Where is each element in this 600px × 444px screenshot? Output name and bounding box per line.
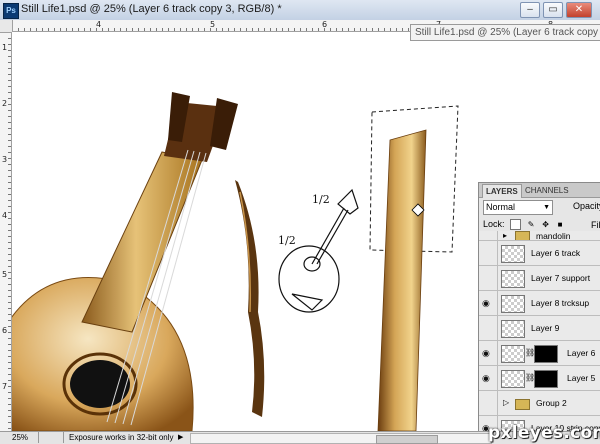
expand-arrow-icon[interactable]: ▸ (503, 231, 507, 240)
status-menu-arrow-icon[interactable]: ▶ (178, 432, 183, 444)
layer-name: Layer 9 (531, 323, 560, 333)
blend-mode-select[interactable]: Normal ▼ (483, 200, 553, 215)
pxleyes-watermark: pxleyes.com (488, 423, 600, 443)
layer-thumbnail (501, 320, 525, 338)
panel-tab-strip: LAYERS CHANNELS (479, 183, 600, 198)
lock-icon[interactable]: ■ (556, 220, 565, 229)
ruler-mark: 4 (2, 211, 8, 220)
sketch-label: 1/2 (278, 234, 296, 247)
photoshop-logo-icon: Ps (3, 3, 19, 19)
layer-row[interactable]: ◉ Layer 8 trcksup (479, 291, 600, 316)
visibility-toggle[interactable] (479, 241, 498, 265)
visibility-toggle[interactable]: ◉ (479, 291, 498, 315)
layer-row[interactable]: Layer 9 (479, 316, 600, 341)
document-title: Still Life1.psd @ 25% (Layer 6 track cop… (21, 3, 282, 15)
blend-mode-value: Normal (486, 202, 516, 212)
fill-label: Fil (591, 220, 600, 230)
vertical-ruler[interactable] (0, 20, 12, 431)
lock-row: Lock: ✎ ✥ ■ (483, 219, 565, 231)
layer-list: ▸ mandolin Layer 6 track Layer 7 support… (479, 231, 600, 432)
opacity-label: Opacity (573, 201, 600, 211)
ruler-mark: 6 (322, 20, 328, 29)
layer-name: mandolin (536, 231, 571, 241)
layer-mask-thumbnail[interactable] (534, 370, 558, 388)
lock-label: Lock: (483, 219, 505, 229)
status-message: Exposure works in 32-bit only (69, 433, 174, 442)
visibility-toggle[interactable] (479, 231, 498, 240)
ruler-mark: 5 (2, 270, 8, 279)
visibility-toggle[interactable] (479, 391, 498, 415)
ruler-mark: 5 (210, 20, 216, 29)
layer-thumbnail (501, 370, 525, 388)
layer-row[interactable]: Layer 7 support (479, 266, 600, 291)
layer-row-group[interactable]: ▸ mandolin (479, 231, 600, 241)
lock-transparency-icon[interactable] (510, 219, 522, 231)
visibility-toggle[interactable] (479, 316, 498, 340)
layer-name: Layer 7 support (531, 273, 591, 283)
ruler-mark: 2 (2, 99, 8, 108)
layer-row-masked[interactable]: ◉ ⛓ Layer 5 (479, 366, 600, 391)
layer-row[interactable]: Layer 6 track (479, 241, 600, 266)
ruler-mark: 1 (2, 43, 8, 52)
layer-thumbnail (501, 345, 525, 363)
ruler-mark: 3 (2, 155, 8, 164)
eye-icon[interactable]: ◉ (482, 374, 490, 383)
folder-icon (515, 399, 530, 410)
layer-name: Group 2 (536, 398, 567, 408)
ruler-mark: 6 (2, 326, 8, 335)
tab-channels[interactable]: CHANNELS (522, 184, 572, 197)
visibility-toggle[interactable]: ◉ (479, 341, 498, 365)
document-title-bar: Ps Still Life1.psd @ 25% (Layer 6 track … (0, 0, 600, 21)
visibility-toggle[interactable]: ◉ (479, 366, 498, 390)
layer-thumbnail (501, 270, 525, 288)
expand-arrow-icon[interactable]: ▷ (503, 398, 509, 407)
visibility-toggle[interactable] (479, 266, 498, 290)
ruler-mark: 7 (2, 382, 8, 391)
layer-thumbnail (501, 245, 525, 263)
minimize-button[interactable]: – (520, 2, 540, 18)
layer-name: Layer 5 (567, 373, 596, 383)
eye-icon[interactable]: ◉ (482, 299, 490, 308)
layer-mask-thumbnail[interactable] (534, 345, 558, 363)
move-icon[interactable]: ✥ (541, 220, 550, 229)
tab-layers[interactable]: LAYERS (482, 184, 522, 198)
mandolin-sketch (278, 188, 359, 313)
layer-thumbnail (501, 295, 525, 313)
ruler-mark: 4 (96, 20, 102, 29)
layer-name: Layer 8 trcksup (531, 298, 590, 308)
sketch-label: 1/2 (312, 193, 330, 206)
restore-button[interactable]: ▭ (543, 2, 563, 18)
chevron-down-icon: ▼ (543, 204, 550, 211)
mandolin-render (12, 92, 238, 431)
layer-name: Layer 6 track (531, 248, 581, 258)
title-tooltip: Still Life1.psd @ 25% (Layer 6 track cop… (410, 24, 600, 41)
horizontal-scrollbar[interactable] (190, 433, 492, 444)
close-button[interactable]: ✕ (566, 2, 592, 18)
zoom-level-field[interactable]: 25% (12, 432, 28, 444)
brush-icon[interactable]: ✎ (527, 220, 536, 229)
folder-icon (515, 231, 530, 240)
navigator-preview[interactable] (38, 432, 64, 443)
layers-panel: LAYERS CHANNELS Normal ▼ Opacity Lock: ✎… (478, 182, 600, 433)
wood-strip-render (377, 129, 427, 431)
layer-name: Layer 6 (567, 348, 596, 358)
layer-row-masked[interactable]: ◉ ⛓ Layer 6 (479, 341, 600, 366)
eye-icon[interactable]: ◉ (482, 349, 490, 358)
layer-row-group[interactable]: ▷ Group 2 (479, 391, 600, 416)
